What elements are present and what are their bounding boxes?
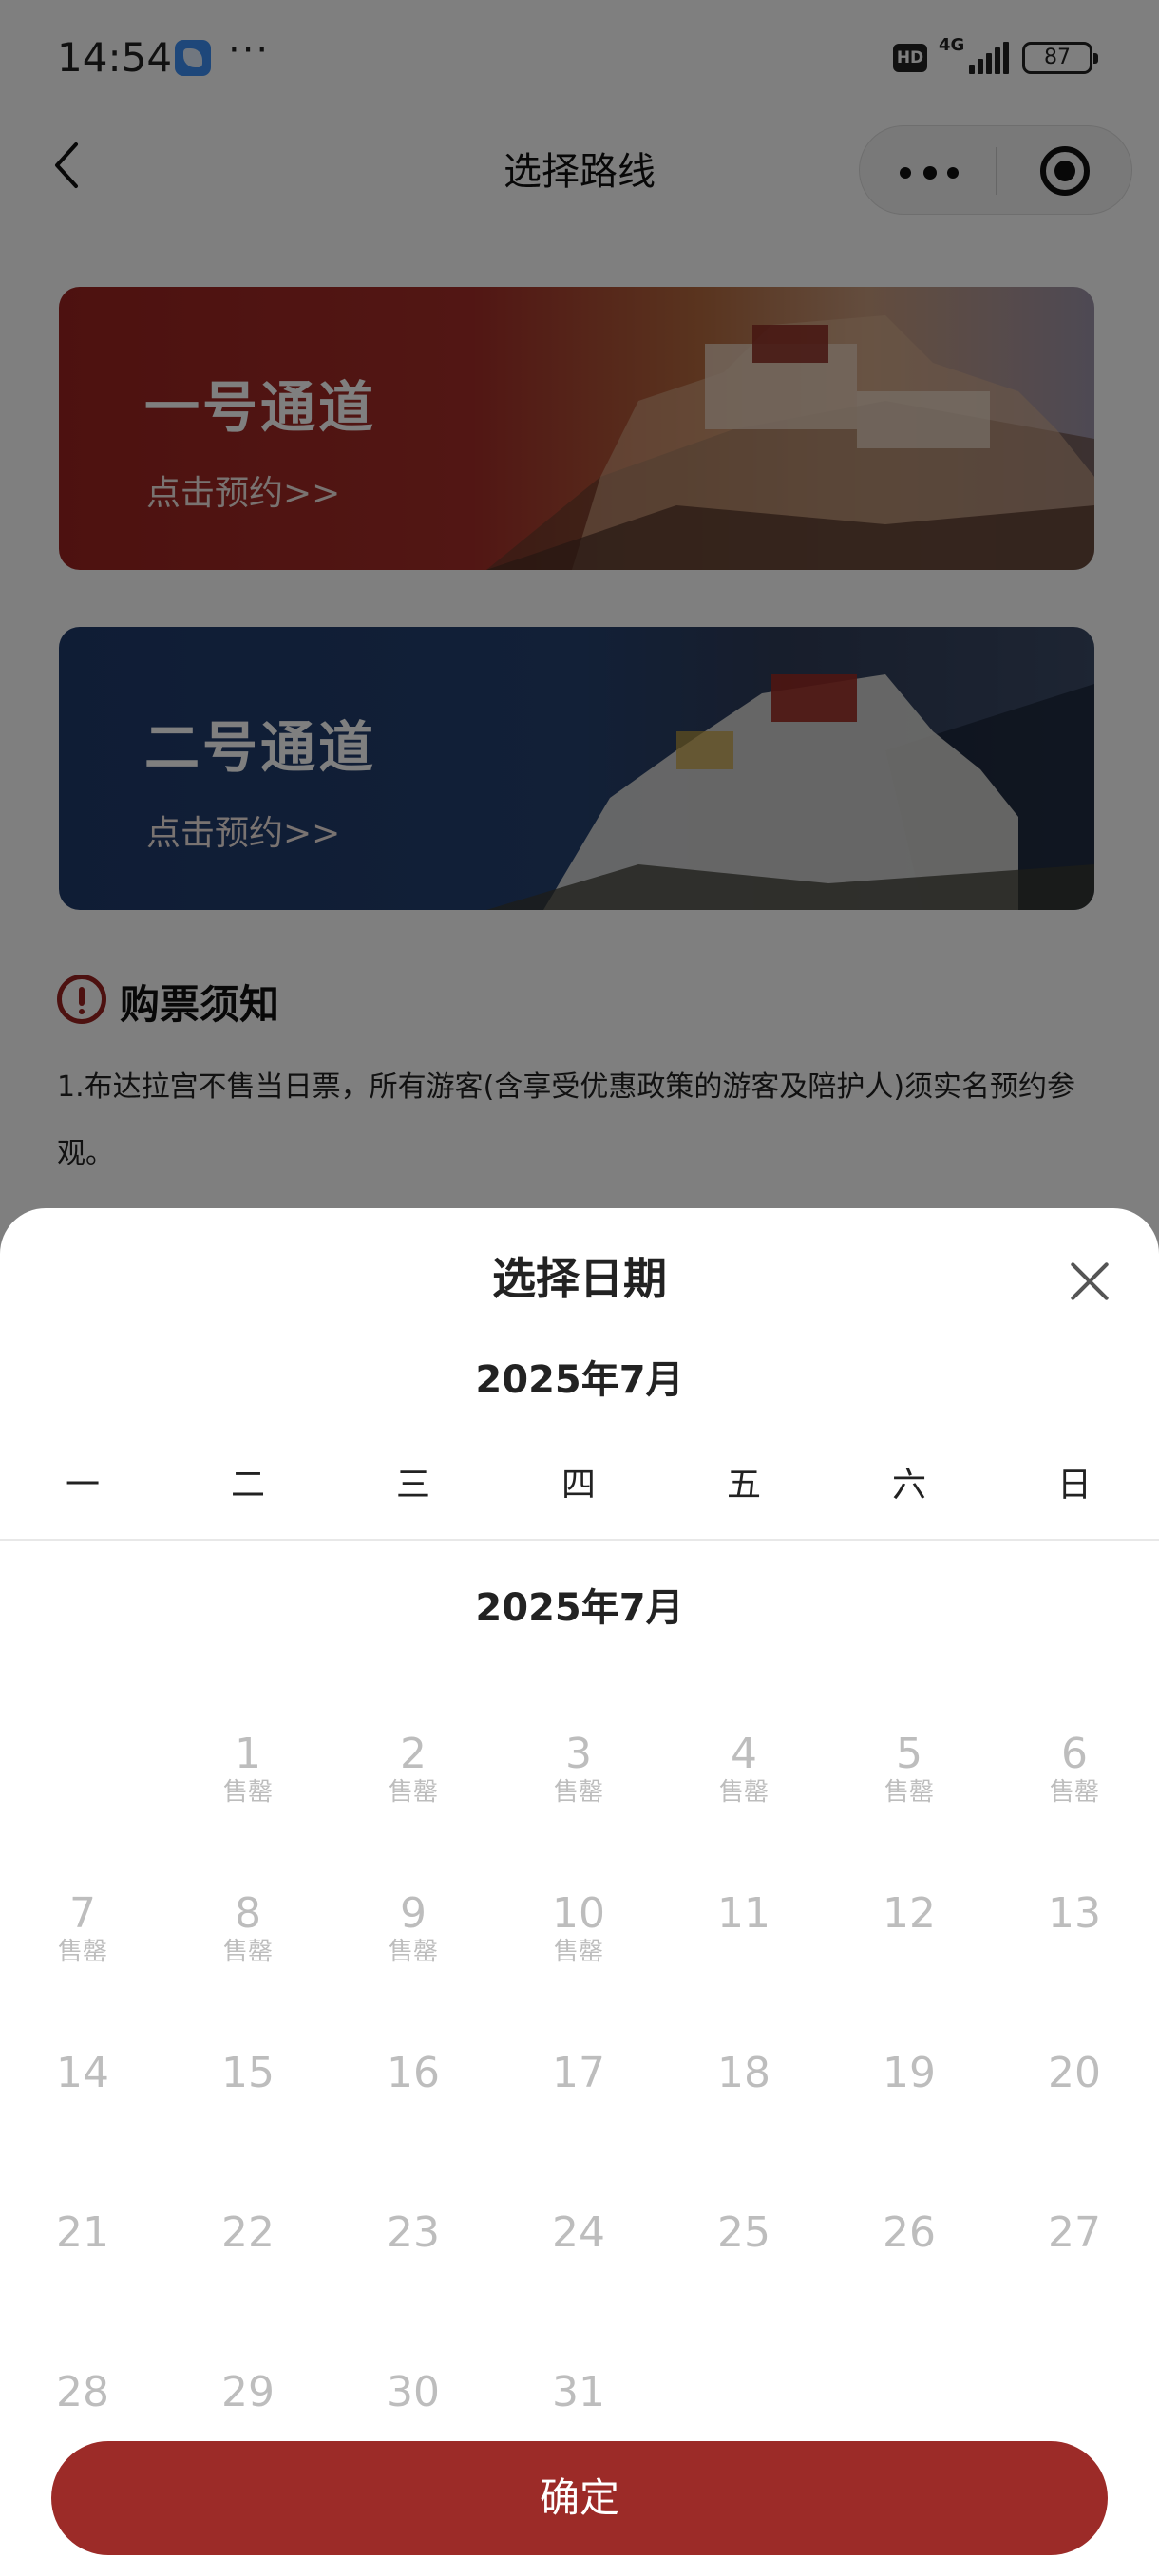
- month-title: 2025年7月: [475, 1586, 684, 1630]
- calendar-day[interactable]: 2 售罄: [331, 1731, 496, 1854]
- day-number: 20: [1048, 2049, 1101, 2097]
- day-number: 15: [221, 2049, 275, 2097]
- calendar-day[interactable]: 22: [165, 2209, 331, 2333]
- day-number: 14: [56, 2049, 109, 2097]
- day-number: 3: [565, 1730, 592, 1778]
- sold-out-label: 售罄: [553, 1938, 603, 1966]
- day-number: 10: [552, 1889, 605, 1938]
- calendar-day[interactable]: 1 售罄: [165, 1731, 331, 1854]
- day-number: 17: [552, 2049, 605, 2097]
- calendar-day[interactable]: 5 售罄: [826, 1731, 992, 1854]
- sold-out-label: 售罄: [718, 1778, 769, 1807]
- calendar-day[interactable]: 8 售罄: [165, 1890, 331, 2014]
- day-number: 12: [883, 1889, 936, 1938]
- calendar-day[interactable]: 11: [661, 1890, 826, 2014]
- close-icon[interactable]: [1066, 1258, 1113, 1305]
- calendar-day[interactable]: 14: [0, 2050, 165, 2173]
- sold-out-label: 售罄: [884, 1778, 934, 1807]
- day-number: 7: [69, 1889, 96, 1938]
- calendar-day[interactable]: 24: [496, 2209, 661, 2333]
- weekday-label: 二: [230, 1466, 265, 1505]
- sold-out-label: 售罄: [388, 1938, 438, 1966]
- sold-out-label: 售罄: [1049, 1778, 1099, 1807]
- weekday-label: 一: [65, 1466, 100, 1505]
- day-number: 13: [1048, 1889, 1101, 1938]
- calendar-day[interactable]: 20: [992, 2050, 1157, 2173]
- calendar-day[interactable]: 25: [661, 2209, 826, 2333]
- weekday-label: 五: [726, 1466, 761, 1505]
- date-picker-sheet: 选择日期 2025年7月 一 二 三 四 五 六 日 2025年7月 1 售罄 2 售…: [0, 1208, 1159, 2576]
- calendar-day[interactable]: 7 售罄: [0, 1890, 165, 2014]
- calendar-day[interactable]: 19: [826, 2050, 992, 2173]
- calendar-day[interactable]: 23: [331, 2209, 496, 2333]
- day-number: 2: [400, 1730, 427, 1778]
- weekday-label: 六: [891, 1466, 926, 1505]
- day-number: 4: [731, 1730, 757, 1778]
- weekday-label: 日: [1056, 1466, 1092, 1505]
- day-number: 29: [221, 2368, 275, 2416]
- date-picker-title: 选择日期: [492, 1253, 667, 1304]
- calendar-day[interactable]: 4 售罄: [661, 1731, 826, 1854]
- weekday-label: 三: [395, 1466, 430, 1505]
- calendar-day[interactable]: 26: [826, 2209, 992, 2333]
- calendar-day[interactable]: 21: [0, 2209, 165, 2333]
- day-number: 5: [896, 1730, 922, 1778]
- day-number: 28: [56, 2368, 109, 2416]
- day-number: 30: [387, 2368, 440, 2416]
- month-header: 2025年7月: [475, 1358, 684, 1402]
- calendar-day[interactable]: 15: [165, 2050, 331, 2173]
- calendar-day[interactable]: 18: [661, 2050, 826, 2173]
- day-number: 16: [387, 2049, 440, 2097]
- weekday-row: 一 二 三 四 五 六 日: [0, 1457, 1159, 1516]
- day-number: 22: [221, 2208, 275, 2257]
- sold-out-label: 售罄: [222, 1778, 273, 1807]
- day-number: 8: [235, 1889, 261, 1938]
- sold-out-label: 售罄: [388, 1778, 438, 1807]
- calendar-day[interactable]: 10 售罄: [496, 1890, 661, 2014]
- day-number: 25: [717, 2208, 770, 2257]
- day-number: 19: [883, 2049, 936, 2097]
- day-number: 1: [235, 1730, 261, 1778]
- confirm-button[interactable]: 确定: [51, 2441, 1108, 2555]
- calendar-day[interactable]: 6 售罄: [992, 1731, 1157, 1854]
- divider: [0, 1539, 1159, 1541]
- calendar-day[interactable]: 13: [992, 1890, 1157, 2014]
- calendar-day[interactable]: 9 售罄: [331, 1890, 496, 2014]
- day-number: 23: [387, 2208, 440, 2257]
- day-number: 6: [1061, 1730, 1088, 1778]
- sold-out-label: 售罄: [553, 1778, 603, 1807]
- day-number: 24: [552, 2208, 605, 2257]
- day-number: 11: [717, 1889, 770, 1938]
- calendar-day[interactable]: 16: [331, 2050, 496, 2173]
- calendar-day[interactable]: 3 售罄: [496, 1731, 661, 1854]
- calendar-day[interactable]: 17: [496, 2050, 661, 2173]
- sold-out-label: 售罄: [222, 1938, 273, 1966]
- day-number: 31: [552, 2368, 605, 2416]
- day-number: 9: [400, 1889, 427, 1938]
- sold-out-label: 售罄: [57, 1938, 107, 1966]
- day-number: 26: [883, 2208, 936, 2257]
- calendar-day[interactable]: 27: [992, 2209, 1157, 2333]
- day-number: 21: [56, 2208, 109, 2257]
- calendar-day[interactable]: 12: [826, 1890, 992, 2014]
- day-number: 18: [717, 2049, 770, 2097]
- weekday-label: 四: [560, 1466, 596, 1505]
- day-number: 27: [1048, 2208, 1101, 2257]
